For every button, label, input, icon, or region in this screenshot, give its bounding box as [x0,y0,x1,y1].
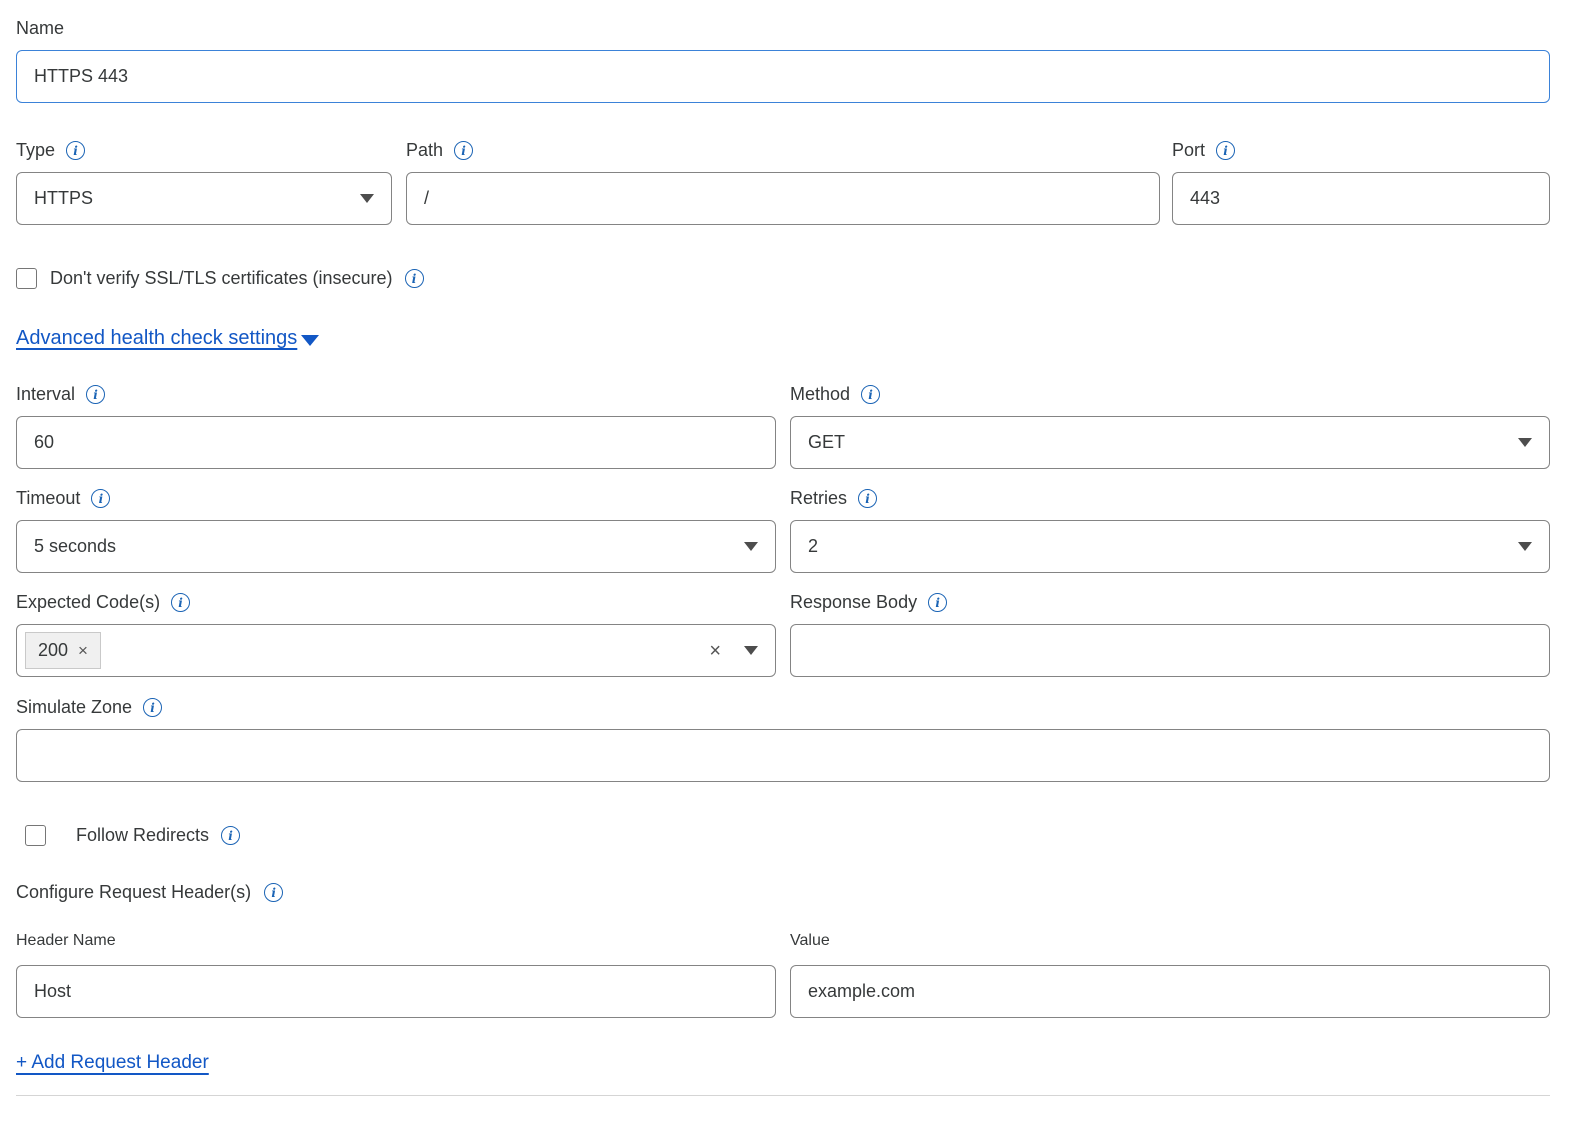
advanced-settings-link-text: Advanced health check settings [16,327,297,350]
retries-select[interactable]: 2 [790,520,1550,573]
info-icon[interactable] [861,385,880,404]
name-input[interactable] [16,50,1550,103]
path-label: Path [406,140,1160,161]
expected-codes-multiselect[interactable]: 200 [16,624,776,677]
retries-select-value: 2 [808,536,818,557]
info-icon[interactable] [86,385,105,404]
info-icon[interactable] [264,883,283,902]
interval-label: Interval [16,384,776,405]
response-body-input[interactable] [790,624,1550,677]
info-icon[interactable] [454,141,473,160]
method-label-text: Method [790,384,850,405]
type-select[interactable]: HTTPS [16,172,392,225]
port-label: Port [1172,140,1550,161]
name-label: Name [16,18,1550,39]
simulate-zone-field: Simulate Zone [16,697,1550,782]
request-header-row: Header Name Value [16,932,1550,1018]
section-divider [16,1095,1550,1096]
type-label: Type [16,140,392,161]
ssl-verify-checkbox-row: Don't verify SSL/TLS certificates (insec… [16,268,1550,289]
timeout-retries-row: Timeout 5 seconds Retries 2 [16,488,1550,573]
retries-label-text: Retries [790,488,847,509]
info-icon[interactable] [171,593,190,612]
codes-responsebody-row: Expected Code(s) 200 Response Body [16,592,1550,677]
interval-input[interactable] [16,416,776,469]
timeout-label-text: Timeout [16,488,80,509]
response-body-label: Response Body [790,592,1550,613]
retries-label: Retries [790,488,1550,509]
ssl-verify-checkbox[interactable] [16,268,37,289]
response-body-label-text: Response Body [790,592,917,613]
expected-code-tag-text: 200 [38,640,68,661]
follow-redirects-row: Follow Redirects [16,825,1550,846]
header-name-input[interactable] [16,965,776,1018]
health-check-form: Name Type HTTPS Path Port [16,18,1550,1096]
request-headers-title: Configure Request Header(s) [16,882,1550,903]
ssl-verify-label-text: Don't verify SSL/TLS certificates (insec… [50,268,393,289]
clear-all-icon[interactable] [709,641,721,661]
header-name-label-text: Header Name [16,932,116,950]
info-icon[interactable] [405,269,424,288]
method-select[interactable]: GET [790,416,1550,469]
type-select-value: HTTPS [34,188,93,209]
chevron-down-icon[interactable] [744,646,758,655]
method-select-value: GET [808,432,845,453]
follow-redirects-checkbox[interactable] [25,825,46,846]
type-label-text: Type [16,140,55,161]
chevron-down-icon [1518,438,1532,447]
request-headers-title-text: Configure Request Header(s) [16,882,251,903]
follow-redirects-label: Follow Redirects [76,825,240,846]
timeout-label: Timeout [16,488,776,509]
port-input[interactable] [1172,172,1550,225]
expected-code-tag: 200 [25,632,101,669]
expected-codes-label-text: Expected Code(s) [16,592,160,613]
header-value-label: Value [790,932,1550,950]
simulate-zone-input[interactable] [16,729,1550,782]
ssl-verify-label: Don't verify SSL/TLS certificates (insec… [50,268,424,289]
chevron-down-icon [744,542,758,551]
header-value-input[interactable] [790,965,1550,1018]
port-label-text: Port [1172,140,1205,161]
path-label-text: Path [406,140,443,161]
interval-label-text: Interval [16,384,75,405]
expected-codes-label: Expected Code(s) [16,592,776,613]
close-icon[interactable] [78,642,88,659]
simulate-zone-label-text: Simulate Zone [16,697,132,718]
name-label-text: Name [16,18,64,39]
header-value-label-text: Value [790,932,830,950]
timeout-select-value: 5 seconds [34,536,116,557]
info-icon[interactable] [1216,141,1235,160]
info-icon[interactable] [143,698,162,717]
info-icon[interactable] [858,489,877,508]
timeout-select[interactable]: 5 seconds [16,520,776,573]
simulate-zone-label: Simulate Zone [16,697,1550,718]
follow-redirects-label-text: Follow Redirects [76,825,209,846]
chevron-down-icon [1518,542,1532,551]
header-name-label: Header Name [16,932,776,950]
interval-method-row: Interval Method GET [16,384,1550,469]
chevron-down-icon [360,194,374,203]
type-path-port-row: Type HTTPS Path Port [16,140,1550,225]
info-icon[interactable] [221,826,240,845]
info-icon[interactable] [928,593,947,612]
chevron-down-icon [301,335,319,346]
method-label: Method [790,384,1550,405]
info-icon[interactable] [91,489,110,508]
advanced-settings-link[interactable]: Advanced health check settings [16,327,319,350]
info-icon[interactable] [66,141,85,160]
add-request-header-link[interactable]: + Add Request Header [16,1052,209,1074]
path-input[interactable] [406,172,1160,225]
